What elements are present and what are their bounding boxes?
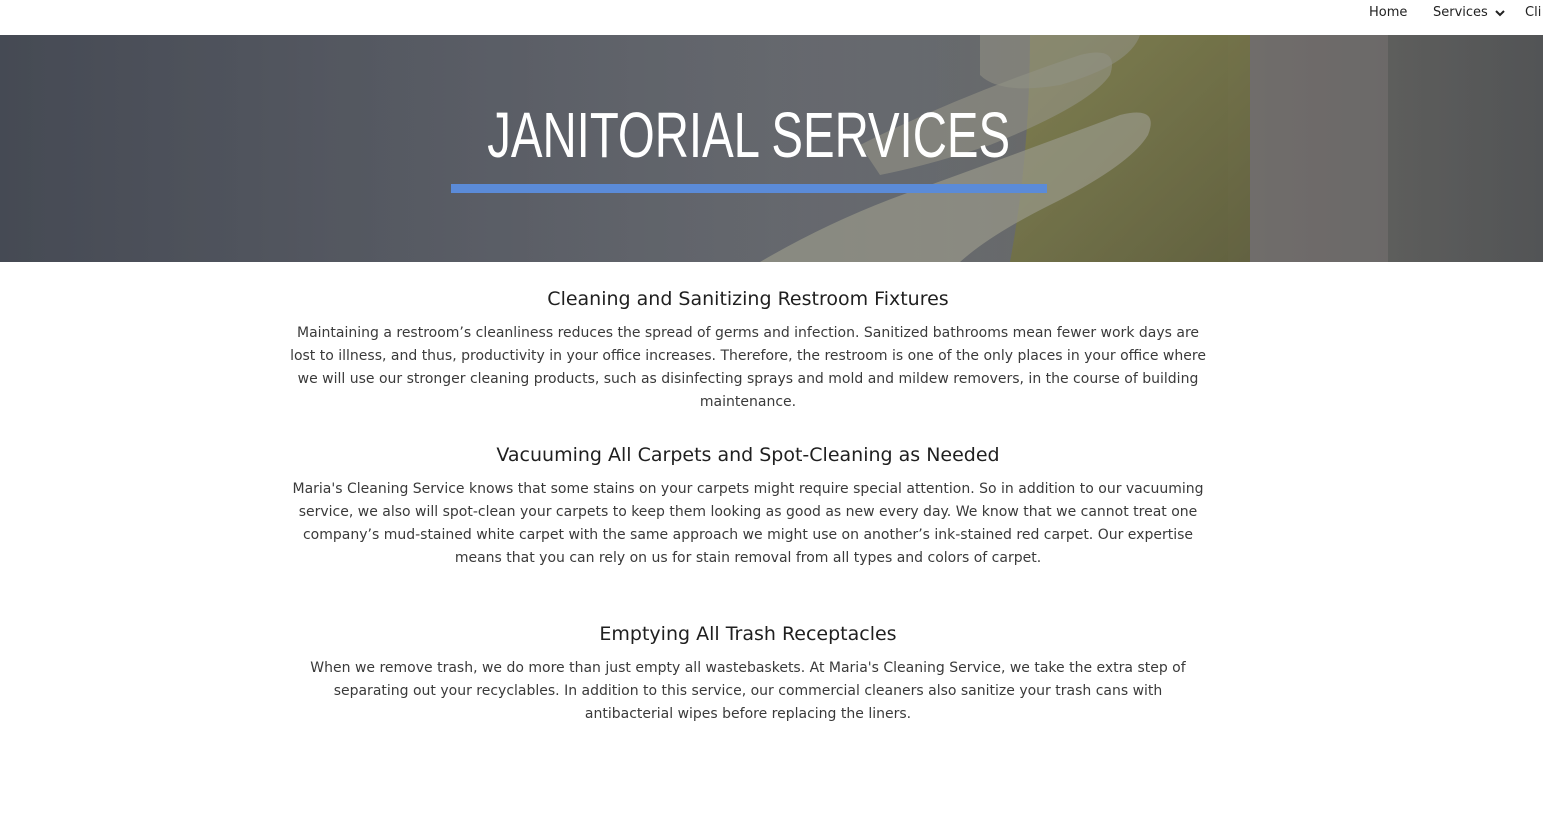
hero-banner: JANITORIAL SERVICES <box>0 35 1543 262</box>
nav-home-link[interactable]: Home <box>1369 5 1407 20</box>
section-body: When we remove trash, we do more than ju… <box>310 660 1186 722</box>
page-title: JANITORIAL SERVICES <box>487 99 1011 171</box>
section-heading: Cleaning and Sanitizing Restroom Fixture… <box>547 288 949 310</box>
service-section-trash: Emptying All Trash Receptacles When we r… <box>290 621 1206 726</box>
nav-clients-link[interactable]: Cli <box>1525 5 1541 20</box>
service-section-carpets: Vacuuming All Carpets and Spot-Cleaning … <box>290 442 1206 570</box>
section-body: Maintaining a restroom’s cleanliness red… <box>290 325 1206 410</box>
nav-services-link[interactable]: Services <box>1433 5 1488 20</box>
top-navigation: Home Services Cli <box>0 0 1543 35</box>
section-body: Maria's Cleaning Service knows that some… <box>292 481 1204 566</box>
chevron-down-icon[interactable] <box>1494 7 1506 19</box>
section-heading: Emptying All Trash Receptacles <box>599 623 897 645</box>
service-section-restroom: Cleaning and Sanitizing Restroom Fixture… <box>290 286 1206 414</box>
title-underline <box>451 184 1047 193</box>
section-heading: Vacuuming All Carpets and Spot-Cleaning … <box>496 444 1000 466</box>
